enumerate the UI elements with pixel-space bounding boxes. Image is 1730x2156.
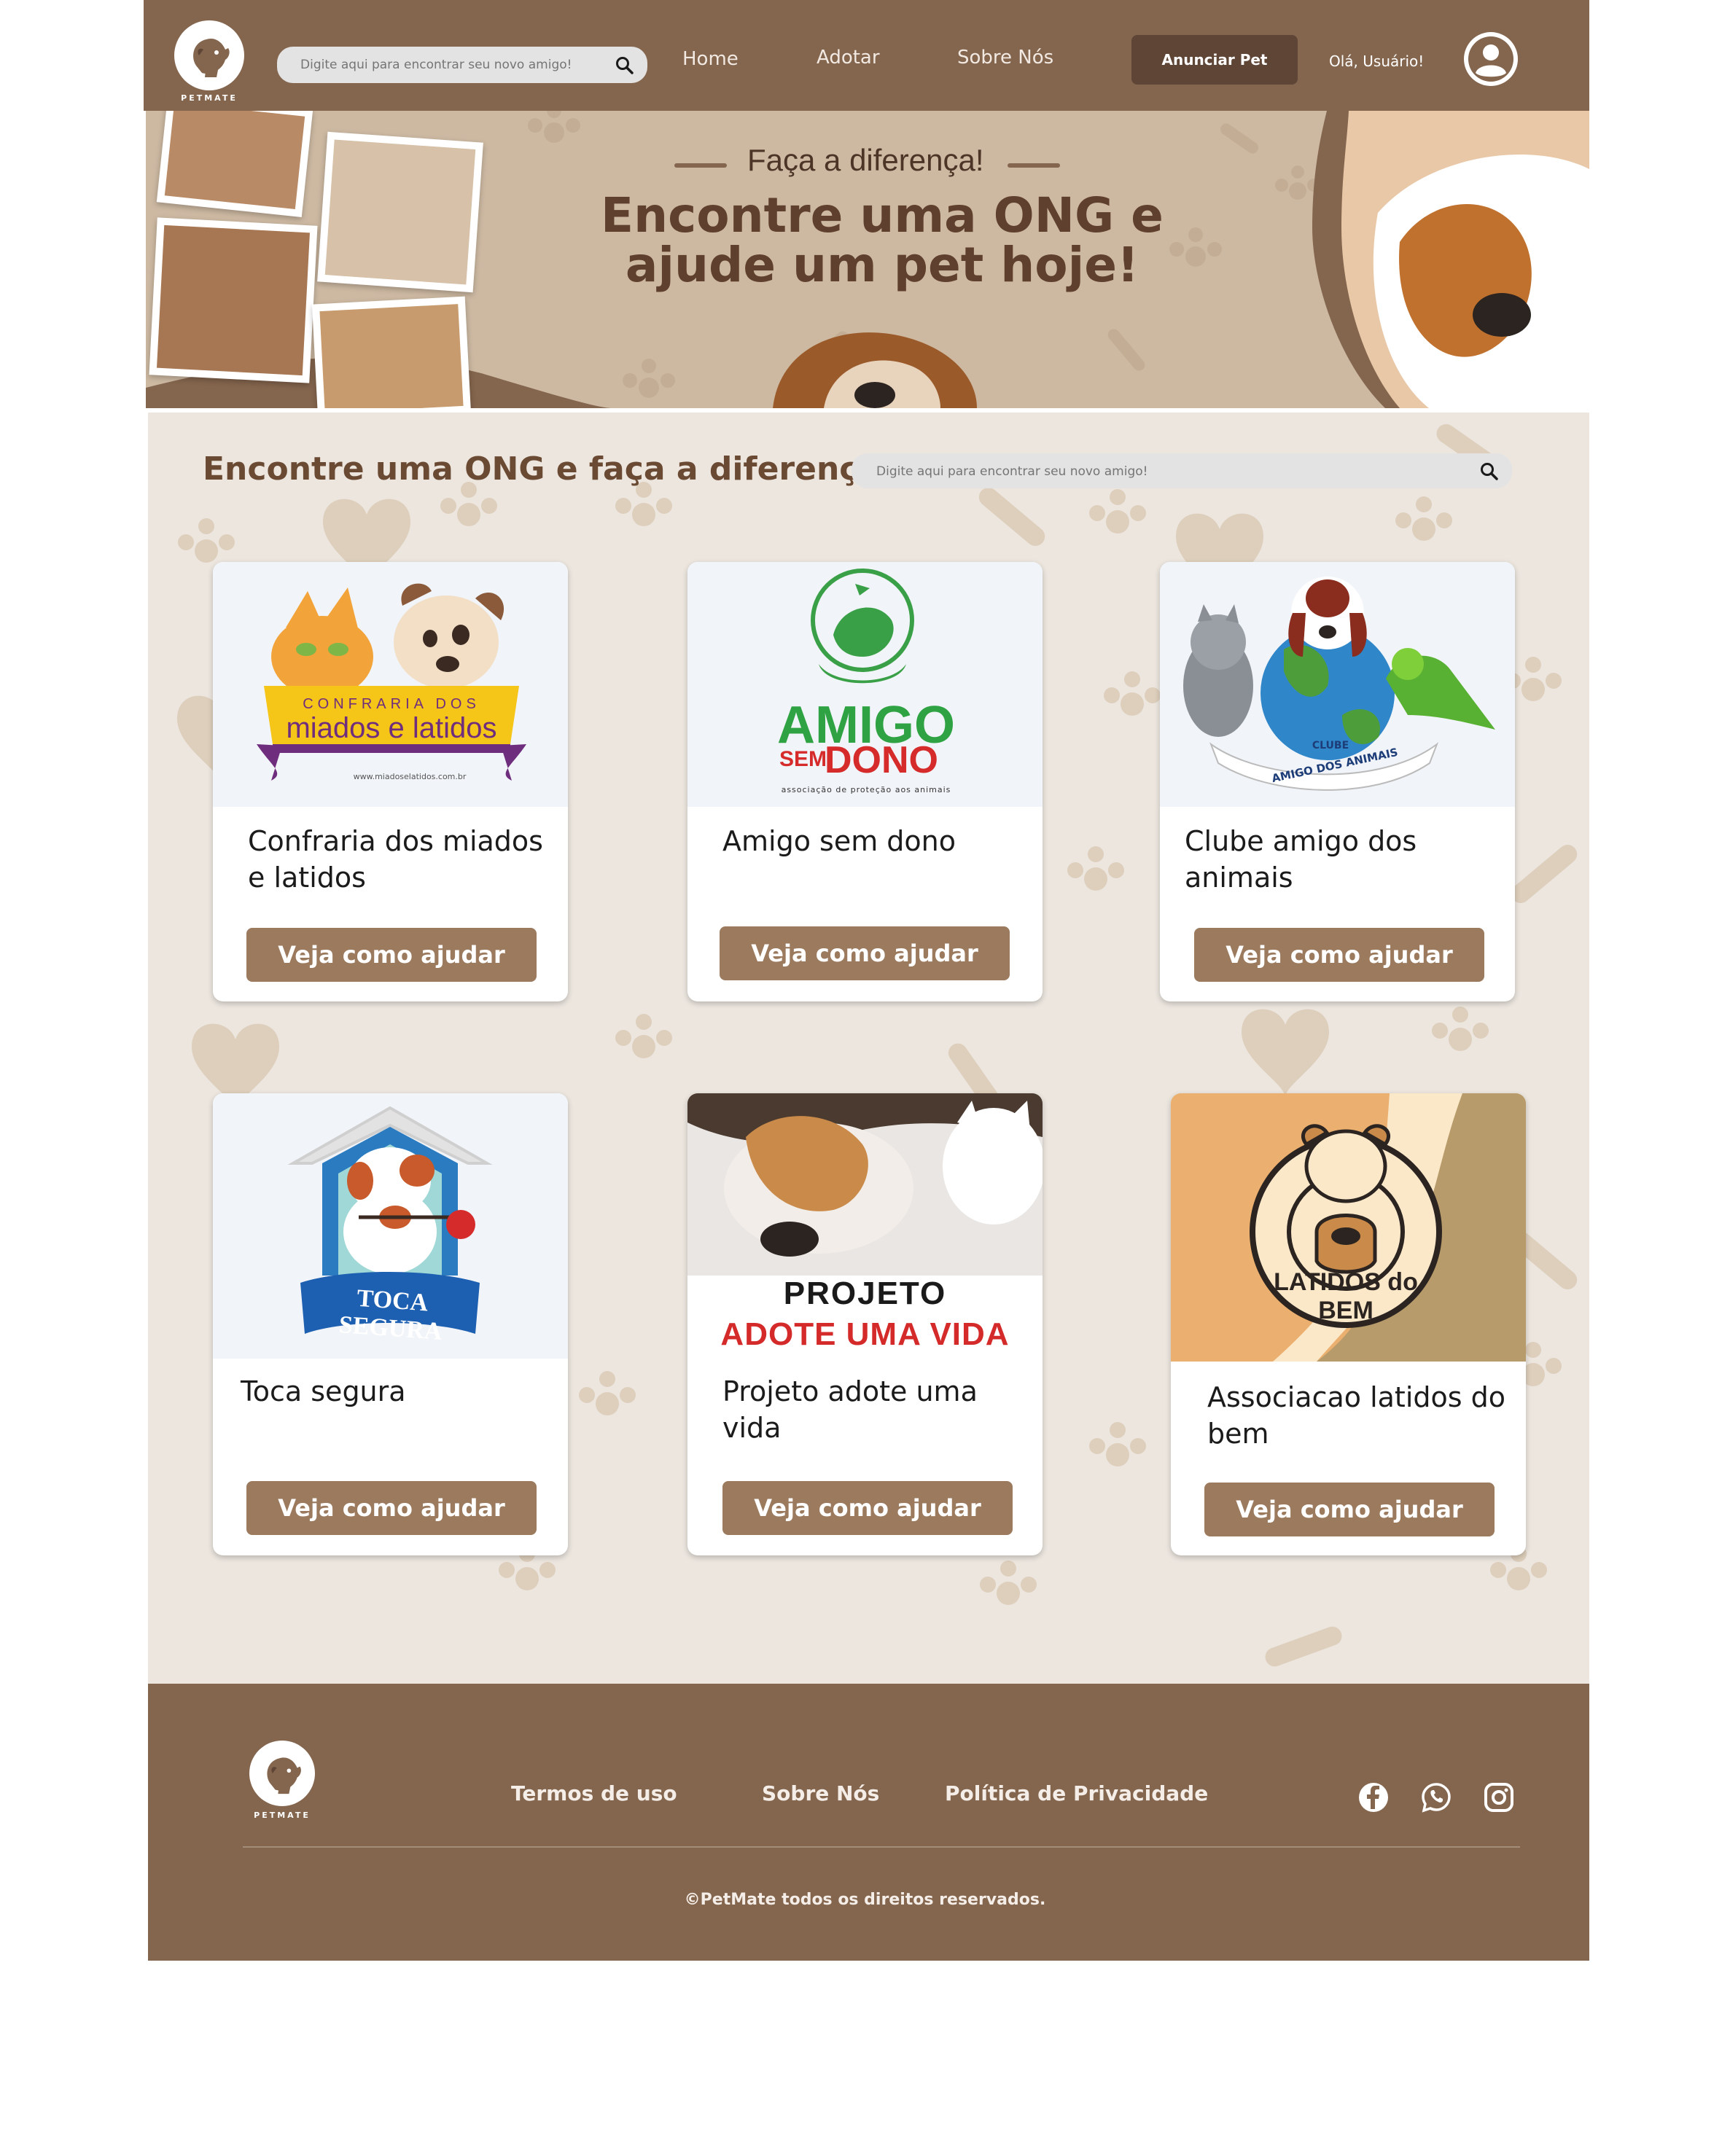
header-search-bar[interactable]	[277, 47, 647, 83]
ong-card[interactable]: TOCA SEGURA Toca segura Veja como ajudar	[213, 1093, 568, 1555]
ong-card[interactable]: LATIDOS do BEM Associacao latidos do bem…	[1171, 1093, 1526, 1555]
footer-logo-text: PETMATE	[254, 1811, 311, 1820]
search-icon[interactable]	[1480, 462, 1499, 484]
footer-link-privacy[interactable]: Política de Privacidade	[945, 1781, 1208, 1805]
logo-main-text: TOCA SEGURA	[338, 1284, 443, 1345]
logo-top-text: PROJETO	[783, 1276, 947, 1311]
whatsapp-icon[interactable]	[1420, 1781, 1452, 1816]
help-button[interactable]: Veja como ajudar	[1194, 928, 1484, 982]
logo-top-text: CONFRARIA DOS	[303, 696, 480, 712]
dog-cat-logo-icon	[249, 1741, 315, 1806]
instagram-icon[interactable]	[1483, 1781, 1515, 1816]
nav-sobre-nos[interactable]: Sobre Nós	[957, 47, 1053, 69]
hero-title: Encontre uma ONG e ajude um pet hoje!	[601, 187, 1164, 293]
kicker-line-right	[1007, 163, 1060, 168]
hero-photo-4	[311, 296, 472, 408]
nav-home[interactable]: Home	[682, 48, 739, 70]
ong-name: Toca segura	[241, 1375, 406, 1407]
main-search-input[interactable]	[875, 459, 1476, 484]
ong-name: Clube amigo dos animais	[1185, 825, 1417, 894]
logo-main-text: miados e latidos	[286, 712, 497, 744]
footer-link-about[interactable]: Sobre Nós	[762, 1781, 879, 1805]
copyright: ©PetMate todos os direitos reservados.	[684, 1891, 1046, 1909]
ong-name: Projeto adote uma vida	[722, 1375, 978, 1444]
footer-divider	[243, 1846, 1520, 1848]
main-search-bar[interactable]	[852, 453, 1512, 488]
ong-card[interactable]: PROJETO ADOTE UMA VIDA Projeto adote uma…	[687, 1093, 1043, 1555]
user-avatar-icon[interactable]	[1464, 32, 1518, 86]
facebook-icon[interactable]	[1357, 1781, 1390, 1816]
logo-url-text: www.miadoselatidos.com.br	[353, 772, 467, 781]
ong-name: Confraria dos miados e latidos	[248, 825, 543, 894]
hero-photo-1	[156, 111, 313, 218]
ong-card[interactable]: CLUBE AMIGO DOS ANIMAIS Clube amigo dos …	[1160, 562, 1515, 1001]
logo-main-text: ADOTE UMA VIDA	[720, 1316, 1010, 1352]
ong-logo-confraria	[213, 562, 568, 807]
logo-mid-text: SEM	[779, 747, 827, 771]
footer-logo[interactable]: PETMATE	[243, 1741, 324, 1828]
hero-kicker-text: Faça a diferença!	[747, 143, 984, 177]
user-greeting: Olá, Usuário!	[1329, 52, 1425, 70]
ong-name: Associacao latidos do bem	[1207, 1381, 1506, 1450]
hero-photo-3	[149, 217, 318, 383]
announce-pet-button[interactable]: Anunciar Pet	[1131, 35, 1298, 85]
hero-kicker: Faça a diferença!	[674, 143, 1060, 178]
section-title: Encontre uma ONG e faça a diferença!	[203, 450, 895, 488]
ong-card[interactable]: AMIGO SEM DONO associação de proteção ao…	[687, 562, 1043, 1001]
header-search-input[interactable]	[299, 52, 608, 77]
dog-cat-logo-icon	[174, 20, 244, 90]
kicker-line-left	[674, 163, 727, 168]
help-button[interactable]: Veja como ajudar	[720, 926, 1010, 980]
nav-adotar[interactable]: Adotar	[817, 47, 880, 69]
logo-main-text: LATIDOS do BEM	[1274, 1268, 1418, 1324]
logo-top-text: CLUBE	[1312, 740, 1349, 751]
search-icon[interactable]	[615, 56, 634, 78]
footer	[148, 1684, 1589, 1961]
help-button[interactable]: Veja como ajudar	[722, 1481, 1013, 1535]
header-logo-text: PETMATE	[181, 93, 238, 103]
logo-main-text: DONO	[825, 739, 938, 781]
help-button[interactable]: Veja como ajudar	[1204, 1483, 1495, 1536]
header-logo[interactable]: PETMATE	[169, 17, 249, 105]
ong-card[interactable]: CONFRARIA DOS miados e latidos www.miado…	[213, 562, 568, 1001]
logo-sub-text: associação de proteção aos animais	[781, 785, 951, 794]
hero-photo-2	[317, 131, 483, 293]
footer-link-terms[interactable]: Termos de uso	[511, 1781, 677, 1805]
help-button[interactable]: Veja como ajudar	[246, 928, 537, 982]
ong-name: Amigo sem dono	[722, 825, 956, 857]
help-button[interactable]: Veja como ajudar	[246, 1481, 537, 1535]
